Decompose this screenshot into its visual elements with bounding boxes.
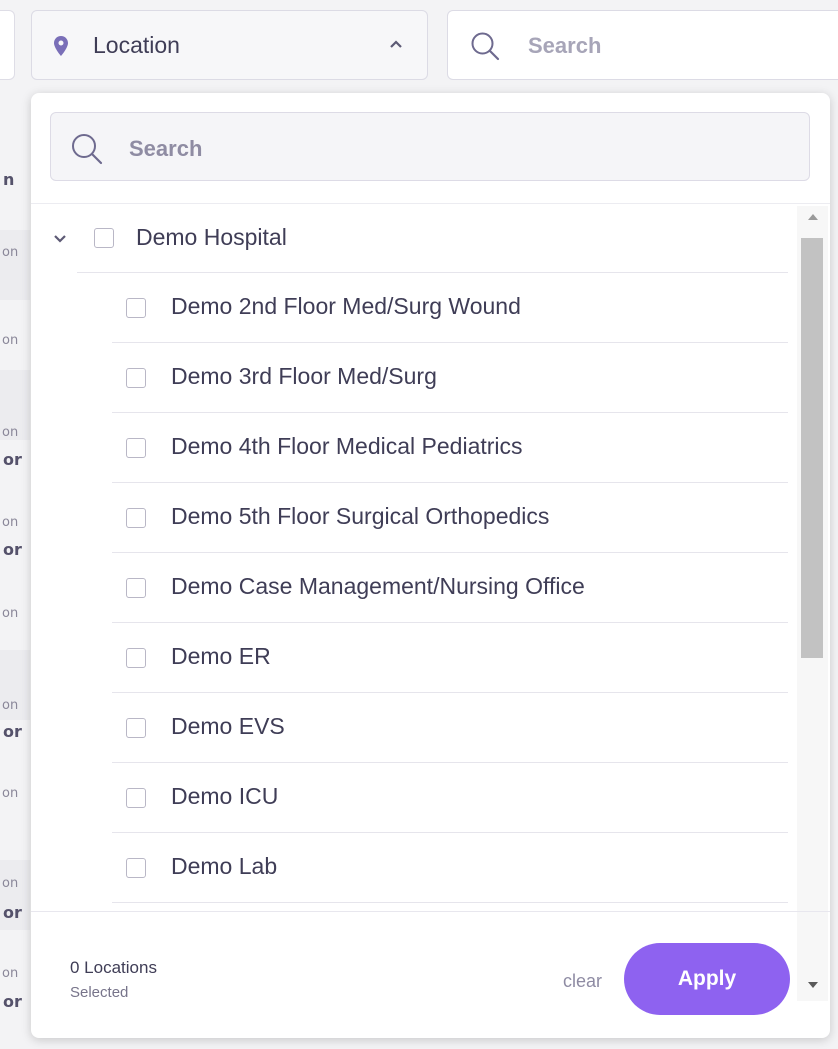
location-tree: Demo Hospital Demo 2nd Floor Med/Surg Wo… [31, 206, 796, 996]
checkbox[interactable] [126, 578, 146, 598]
tree-child-item[interactable]: Demo 5th Floor Surgical Orthopedics [112, 483, 788, 553]
apply-button[interactable]: Apply [624, 943, 790, 1015]
background-text: on [2, 876, 19, 891]
tree-child-label: Demo ER [171, 643, 271, 669]
scrollbar-thumb[interactable] [801, 238, 823, 658]
divider [31, 911, 830, 912]
tree-child-item[interactable]: Demo ICU [112, 763, 788, 833]
selected-count: 0 Locations [70, 958, 157, 977]
tree-child-label: Demo Lab [171, 853, 278, 879]
checkbox[interactable] [126, 298, 146, 318]
checkbox[interactable] [126, 858, 146, 878]
previous-filter-edge[interactable] [0, 10, 15, 80]
tree-child-label: Demo 2nd Floor Med/Surg Wound [171, 293, 521, 319]
scroll-down-arrow-icon[interactable] [808, 982, 818, 988]
tree-child-label: Demo 5th Floor Surgical Orthopedics [171, 503, 550, 529]
background-text: on [2, 966, 19, 981]
background-text: on [2, 515, 19, 530]
checkbox[interactable] [126, 438, 146, 458]
scroll-up-arrow-icon[interactable] [808, 214, 818, 220]
checkbox[interactable] [126, 368, 146, 388]
tree-child-item[interactable]: Demo 2nd Floor Med/Surg Wound [112, 273, 788, 343]
tree-child-label: Demo Case Management/Nursing Office [171, 573, 585, 599]
tree-root-label: Demo Hospital [136, 224, 287, 250]
location-select[interactable] [31, 10, 428, 80]
background-text: on [2, 698, 19, 713]
background-text: or [3, 540, 22, 559]
location-select-label: Location [93, 32, 180, 58]
divider [31, 203, 830, 204]
checkbox[interactable] [94, 228, 114, 248]
background-content: n on on on or on or on on or on on or on… [0, 0, 30, 1049]
tree-child-item[interactable]: Demo Case Management/Nursing Office [112, 553, 788, 623]
background-text: on [2, 425, 19, 440]
search-icon [72, 134, 103, 165]
tree-child-item[interactable]: Demo 4th Floor Medical Pediatrics [112, 413, 788, 483]
search-icon [471, 32, 500, 61]
tree-child-item[interactable]: Demo 3rd Floor Med/Surg [112, 343, 788, 413]
checkbox[interactable] [126, 788, 146, 808]
background-text: on [2, 245, 19, 260]
background-text: or [3, 450, 22, 469]
tree-child-item[interactable]: Demo ER [112, 623, 788, 693]
checkbox[interactable] [126, 718, 146, 738]
tree-child-label: Demo 3rd Floor Med/Surg [171, 363, 437, 389]
location-dropdown-panel: Search Demo Hospital Demo 2nd Floor Med/… [31, 93, 830, 1038]
checkbox[interactable] [126, 648, 146, 668]
map-pin-icon [54, 36, 68, 56]
tree-child-label: Demo ICU [171, 783, 279, 809]
background-text: or [3, 903, 22, 922]
chevron-down-icon[interactable] [53, 234, 67, 244]
top-search-placeholder: Search [528, 33, 602, 58]
tree-root-item[interactable]: Demo Hospital [31, 206, 796, 273]
background-text: or [3, 722, 22, 741]
tree-child-label: Demo EVS [171, 713, 285, 739]
checkbox[interactable] [126, 508, 146, 528]
scrollbar[interactable] [797, 206, 828, 1001]
top-search-input[interactable] [447, 10, 838, 80]
dropdown-search-placeholder: Search [129, 136, 203, 161]
background-text: on [2, 333, 19, 348]
tree-child-label: Demo 4th Floor Medical Pediatrics [171, 433, 523, 459]
tree-child-item[interactable]: Demo Lab [112, 833, 788, 903]
background-text: on [2, 786, 19, 801]
background-band [0, 230, 30, 300]
chevron-up-icon[interactable] [388, 38, 404, 50]
clear-link[interactable]: clear [563, 971, 602, 992]
background-text: or [3, 992, 22, 1011]
background-text: on [2, 606, 19, 621]
selected-caption: Selected [70, 984, 129, 1001]
tree-child-item[interactable]: Demo EVS [112, 693, 788, 763]
background-text: n [3, 170, 15, 189]
